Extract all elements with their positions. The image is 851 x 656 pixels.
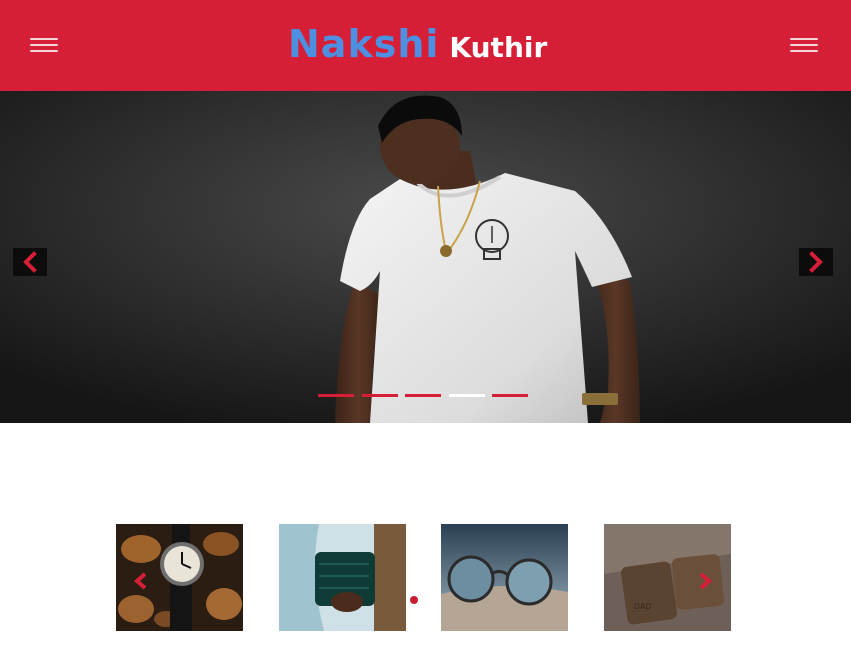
slide-indicator-2[interactable] — [362, 394, 398, 397]
svg-text:DAD: DAD — [634, 602, 652, 611]
hero-model-photo — [0, 91, 851, 423]
product-carousel-dot[interactable] — [410, 596, 418, 604]
hero-slide-indicators — [318, 394, 538, 398]
slide-indicator-4[interactable] — [449, 394, 485, 397]
chevron-left-icon — [23, 251, 37, 273]
product-next-button[interactable] — [695, 571, 715, 591]
product-carousel: DAD — [0, 423, 851, 656]
clutch-wallet-image — [279, 524, 406, 631]
left-menu-hamburger-icon[interactable] — [30, 38, 58, 56]
hero-next-button[interactable] — [799, 248, 833, 276]
slide-indicator-1[interactable] — [318, 394, 354, 397]
product-prev-button[interactable] — [131, 571, 151, 591]
brand-name-second: Kuthir — [449, 31, 548, 64]
slide-indicator-3[interactable] — [405, 394, 441, 397]
chevron-left-icon — [133, 572, 147, 590]
hero-slider — [0, 91, 851, 423]
chevron-right-icon — [809, 251, 823, 273]
brand-logo[interactable]: Nakshi Kuthir — [288, 22, 568, 72]
site-header: Nakshi Kuthir — [0, 0, 851, 91]
product-thumb-clutch[interactable] — [279, 524, 406, 631]
hero-prev-button[interactable] — [13, 248, 47, 276]
product-thumb-sunglasses[interactable] — [441, 524, 568, 631]
right-menu-hamburger-icon[interactable] — [790, 38, 818, 56]
sunglasses-image — [441, 524, 568, 631]
chevron-right-icon — [699, 572, 713, 590]
slide-indicator-5[interactable] — [492, 394, 528, 397]
brand-name-first: Nakshi — [288, 22, 440, 66]
